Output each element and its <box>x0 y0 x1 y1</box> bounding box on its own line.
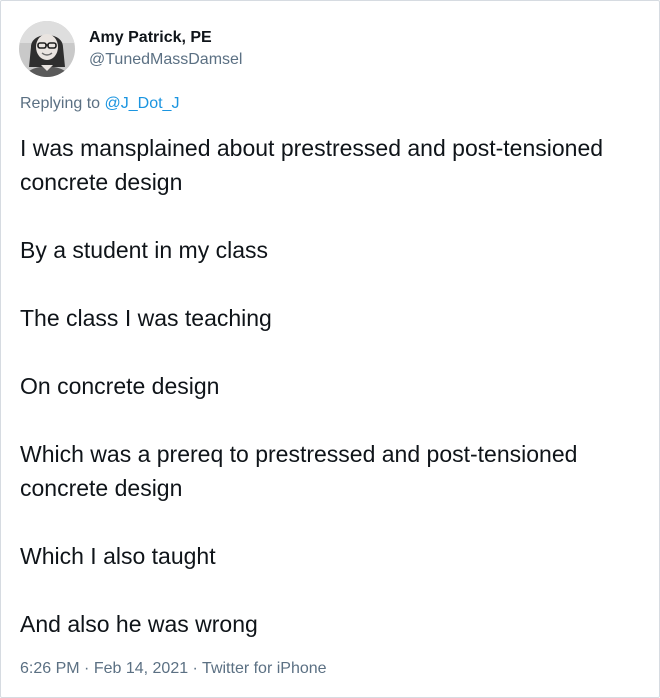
tweet-card: Amy Patrick, PE @TunedMassDamsel Replyin… <box>0 0 660 698</box>
replying-to: Replying to @J_Dot_J <box>20 94 179 114</box>
tweet-paragraph: I was mansplained about prestressed and … <box>20 135 604 195</box>
tweet-time[interactable]: 6:26 PM <box>20 660 80 677</box>
meta-separator: · <box>79 660 94 677</box>
user-handle[interactable]: @TunedMassDamsel <box>89 50 242 70</box>
reply-mention-link[interactable]: @J_Dot_J <box>105 95 180 112</box>
meta-separator: · <box>188 660 203 677</box>
tweet-paragraph: On concrete design <box>20 373 220 399</box>
tweet-header: Amy Patrick, PE @TunedMassDamsel <box>19 19 242 79</box>
tweet-metadata: 6:26 PM · Feb 14, 2021 · Twitter for iPh… <box>20 659 327 679</box>
tweet-paragraph: Which was a prereq to prestressed and po… <box>20 441 578 501</box>
tweet-text: I was mansplained about prestressed and … <box>20 131 650 641</box>
tweet-date[interactable]: Feb 14, 2021 <box>94 660 188 677</box>
tweet-paragraph: By a student in my class <box>20 237 268 263</box>
avatar-image <box>19 21 75 77</box>
tweet-source[interactable]: Twitter for iPhone <box>202 660 327 677</box>
tweet-paragraph: The class I was teaching <box>20 305 272 331</box>
tweet-paragraph: Which I also taught <box>20 543 216 569</box>
replying-to-label: Replying to <box>20 95 105 112</box>
avatar[interactable] <box>19 21 75 77</box>
tweet-paragraph: And also he was wrong <box>20 611 258 637</box>
display-name[interactable]: Amy Patrick, PE <box>89 28 242 48</box>
user-names: Amy Patrick, PE @TunedMassDamsel <box>89 28 242 70</box>
